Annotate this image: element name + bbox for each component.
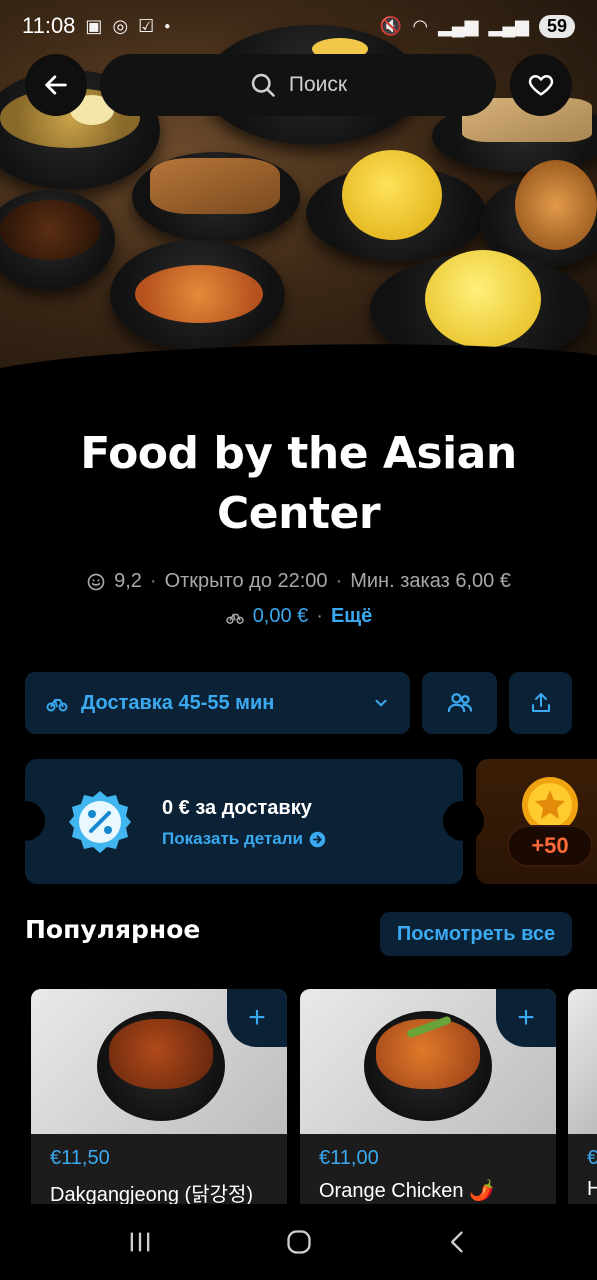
discount-badge-icon xyxy=(69,791,131,853)
delivery-meta: 0,00 € · Ещё xyxy=(0,605,597,628)
arrow-circle-right-icon xyxy=(309,831,326,847)
product-card[interactable]: € H xyxy=(568,989,597,1229)
restaurant-name: Food by the Asian Center xyxy=(80,428,517,539)
system-nav-bar xyxy=(0,1204,597,1280)
coins-badge: +50 xyxy=(507,825,593,867)
share-icon xyxy=(531,693,550,712)
search-placeholder: Поиск xyxy=(288,73,348,96)
bike-icon xyxy=(46,699,68,712)
open-hours: Открыто до 22:00 xyxy=(164,570,328,592)
status-bar: 11:08 ▣ ◎ ☑ ● 🔇 ◠ ▂▄▆ ▂▄▆ 59 xyxy=(0,0,597,52)
chevron-down-icon xyxy=(375,699,387,707)
group-order-button[interactable] xyxy=(422,672,497,734)
plus-icon: + xyxy=(517,1001,535,1034)
promo-details-label: Показать детали xyxy=(162,829,304,848)
signal-icon: ▂▄▆ xyxy=(438,15,479,36)
share-button[interactable] xyxy=(509,672,572,734)
product-card[interactable]: + €11,00 Orange Chicken 🌶️ xyxy=(300,989,556,1229)
home-icon[interactable] xyxy=(285,1228,313,1256)
product-name: Dakgangjeong (닭강정) xyxy=(50,1184,254,1206)
min-order: Мин. заказ 6,00 € xyxy=(350,570,511,592)
delivery-fee: 0,00 € xyxy=(252,605,309,627)
checkbox-icon: ☑ xyxy=(138,15,155,36)
back-icon[interactable] xyxy=(444,1228,472,1256)
product-image xyxy=(568,989,597,1134)
recent-apps-icon[interactable] xyxy=(126,1228,154,1256)
add-to-cart-button[interactable]: + xyxy=(227,989,287,1047)
restaurant-meta: 9,2 · Открыто до 22:00 · Мин. заказ 6,00… xyxy=(0,570,597,593)
signal-roaming-icon: ▂▄▆ xyxy=(488,15,529,36)
delivery-time-selector[interactable]: Доставка 45-55 мин xyxy=(25,672,410,734)
back-button[interactable] xyxy=(25,54,87,116)
product-price: €11,50 xyxy=(50,1147,110,1169)
smiley-rating-icon xyxy=(87,573,105,590)
popular-section-title: Популярное xyxy=(25,915,201,944)
favorite-button[interactable] xyxy=(510,54,572,116)
product-price: €11,00 xyxy=(319,1147,379,1169)
free-delivery-promo[interactable]: 0 € за доставку Показать детали xyxy=(5,759,483,884)
rating-value: 9,2 xyxy=(114,570,142,592)
wifi-icon: ◠ xyxy=(412,15,429,36)
people-icon xyxy=(447,693,472,713)
delivery-time-label: Доставка 45-55 мин xyxy=(81,691,275,714)
mute-icon: 🔇 xyxy=(379,15,403,36)
search-icon xyxy=(251,73,275,97)
product-price: € xyxy=(587,1147,597,1169)
product-name: Orange Chicken 🌶️ xyxy=(319,1180,494,1202)
bike-icon xyxy=(226,613,244,624)
search-input[interactable]: Поиск xyxy=(100,54,496,116)
arrow-left-icon xyxy=(45,75,67,95)
promo-details-link[interactable]: Показать детали xyxy=(162,829,326,849)
battery-indicator: 59 xyxy=(538,14,575,38)
see-all-button[interactable]: Посмотреть все xyxy=(380,912,572,956)
promo-title: 0 € за доставку xyxy=(162,797,312,819)
clock: 11:08 xyxy=(22,13,76,38)
product-name: H xyxy=(587,1178,597,1200)
heart-icon xyxy=(528,75,554,96)
screenshot-icon: ▣ xyxy=(85,15,103,36)
whatsapp-icon: ◎ xyxy=(112,15,129,36)
product-card[interactable]: + €11,50 Dakgangjeong (닭강정) xyxy=(31,989,287,1229)
more-info-link[interactable]: Ещё xyxy=(331,605,372,628)
dot-icon: ● xyxy=(164,20,171,32)
plus-icon: + xyxy=(248,1001,266,1034)
add-to-cart-button[interactable]: + xyxy=(496,989,556,1047)
